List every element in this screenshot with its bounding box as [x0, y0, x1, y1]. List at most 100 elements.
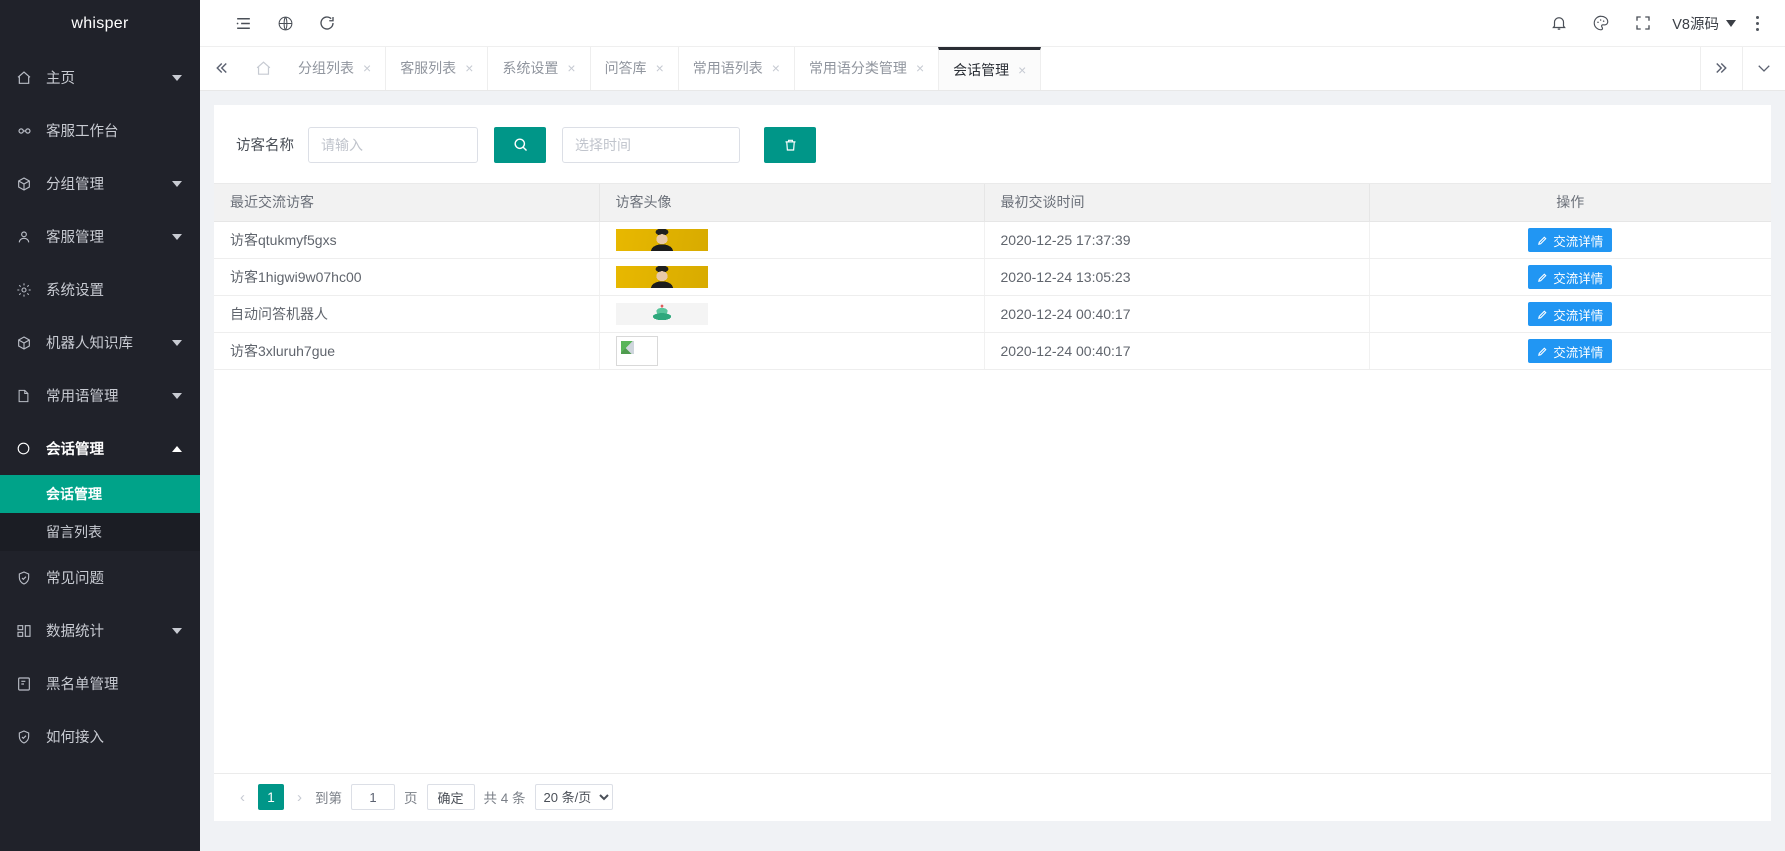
- close-icon[interactable]: ×: [772, 61, 780, 75]
- tab-label: 客服列表: [400, 58, 456, 78]
- chat-detail-label: 交流详情: [1553, 268, 1603, 287]
- tab-system-settings[interactable]: 系统设置 ×: [487, 47, 590, 90]
- cell-time: 2020-12-25 17:37:39: [984, 222, 1369, 259]
- user-menu[interactable]: V8源码: [1664, 13, 1744, 34]
- tab-agent-list[interactable]: 客服列表 ×: [385, 47, 488, 90]
- chat-detail-button[interactable]: 交流详情: [1528, 302, 1612, 326]
- sidebar-item-system-settings[interactable]: 系统设置: [0, 263, 200, 316]
- tab-session-mgmt[interactable]: 会话管理 ×: [938, 47, 1041, 90]
- chevron-down-icon: [172, 181, 182, 187]
- tabs-scroll-right-button[interactable]: [1701, 47, 1743, 90]
- delete-button[interactable]: [764, 127, 816, 163]
- fullscreen-icon[interactable]: [1622, 0, 1664, 47]
- bell-icon[interactable]: [1538, 0, 1580, 47]
- total-count-label: 共 4 条: [484, 787, 526, 807]
- chat-detail-button[interactable]: 交流详情: [1528, 339, 1612, 363]
- main-area: V8源码 分组列表 × 客服列表 ×: [200, 0, 1785, 851]
- box-icon: [16, 335, 38, 351]
- sidebar-item-label: 系统设置: [38, 279, 182, 300]
- pencil-icon: [1537, 272, 1548, 283]
- sidebar-item-how-to-access[interactable]: 如何接入: [0, 710, 200, 763]
- column-header-avatar: 访客头像: [599, 184, 984, 222]
- session-panel: 访客名称: [214, 105, 1771, 821]
- sidebar-item-label: 客服工作台: [38, 120, 182, 141]
- search-input[interactable]: [308, 127, 478, 163]
- sidebar-item-agent-mgmt[interactable]: 客服管理: [0, 210, 200, 263]
- tab-phrase-category-mgmt[interactable]: 常用语分类管理 ×: [794, 47, 939, 90]
- cell-time: 2020-12-24 13:05:23: [984, 259, 1369, 296]
- tab-qa-library[interactable]: 问答库 ×: [590, 47, 679, 90]
- chevron-down-icon: [1726, 20, 1736, 27]
- chat-detail-button[interactable]: 交流详情: [1528, 265, 1612, 289]
- table-row[interactable]: 自动问答机器人 2020-12-24 00:40:17: [214, 296, 1771, 333]
- sidebar-submenu-session: 会话管理 留言列表: [0, 475, 200, 551]
- chevron-down-icon: [172, 340, 182, 346]
- sidebar-item-statistics[interactable]: 数据统计: [0, 604, 200, 657]
- sidebar-item-blacklist[interactable]: 黑名单管理: [0, 657, 200, 710]
- tab-group-list[interactable]: 分组列表 ×: [284, 47, 386, 90]
- sidebar-subitem-message-list[interactable]: 留言列表: [0, 513, 200, 551]
- tab-home-icon[interactable]: [242, 47, 284, 90]
- tab-controls-right: [1700, 47, 1785, 90]
- palette-icon[interactable]: [1580, 0, 1622, 47]
- table-row[interactable]: 访客3xluruh7gue 2020-12-24 00:40:17: [214, 333, 1771, 370]
- sidebar-item-group-mgmt[interactable]: 分组管理: [0, 157, 200, 210]
- shield-check-icon: [16, 729, 38, 745]
- sidebar-subitem-session-mgmt[interactable]: 会话管理: [0, 475, 200, 513]
- close-icon[interactable]: ×: [1018, 63, 1026, 77]
- sidebar-item-home[interactable]: 主页: [0, 51, 200, 104]
- chevron-up-icon: [172, 446, 182, 452]
- circle-icon: [16, 441, 38, 456]
- close-icon[interactable]: ×: [465, 61, 473, 75]
- chevron-down-icon: [172, 393, 182, 399]
- time-picker-input[interactable]: [562, 127, 740, 163]
- goto-label: 到第: [315, 787, 342, 807]
- chevron-right-icon[interactable]: ›: [293, 789, 306, 806]
- sidebar-item-workbench[interactable]: 客服工作台: [0, 104, 200, 157]
- tab-bar: 分组列表 × 客服列表 × 系统设置 × 问答库 × 常用语列表 ×: [200, 47, 1785, 91]
- sidebar-item-label: 会话管理: [38, 438, 172, 459]
- sidebar-item-label: 主页: [38, 67, 172, 88]
- list-collapse-icon[interactable]: [222, 0, 264, 47]
- close-icon[interactable]: ×: [916, 61, 924, 75]
- chevron-left-icon[interactable]: ‹: [236, 789, 249, 806]
- tabs-dropdown-button[interactable]: [1743, 47, 1785, 90]
- close-icon[interactable]: ×: [363, 61, 371, 75]
- globe-icon[interactable]: [264, 0, 306, 47]
- more-vertical-icon[interactable]: [1744, 16, 1771, 31]
- cell-time: 2020-12-24 00:40:17: [984, 296, 1369, 333]
- chat-detail-label: 交流详情: [1553, 305, 1603, 324]
- page-size-select[interactable]: 20 条/页: [535, 784, 613, 810]
- sidebar-item-label: 如何接入: [38, 726, 182, 747]
- page-number-1[interactable]: 1: [258, 784, 284, 810]
- close-icon[interactable]: ×: [567, 61, 575, 75]
- sidebar-item-label: 分组管理: [38, 173, 172, 194]
- cell-avatar: [599, 259, 984, 296]
- refresh-icon[interactable]: [306, 0, 348, 47]
- avatar: [616, 229, 708, 251]
- app-root: whisper 主页 客服工作台 分组管理: [0, 0, 1785, 851]
- confirm-button[interactable]: 确定: [427, 784, 475, 810]
- table-header-row: 最近交流访客 访客头像 最初交谈时间 操作: [214, 184, 1771, 222]
- brand-title: whisper: [0, 0, 200, 47]
- goto-page-input[interactable]: [351, 784, 395, 810]
- broken-image-icon: [616, 336, 658, 366]
- search-button[interactable]: [494, 127, 546, 163]
- user-icon: [16, 229, 38, 245]
- chat-detail-button[interactable]: 交流详情: [1528, 228, 1612, 252]
- sidebar-item-faq[interactable]: 常见问题: [0, 551, 200, 604]
- gear-icon: [16, 282, 38, 298]
- sidebar-nav: 主页 客服工作台 分组管理 客服管理: [0, 47, 200, 763]
- tab-label: 系统设置: [502, 58, 558, 78]
- close-icon[interactable]: ×: [656, 61, 664, 75]
- tab-strip: 分组列表 × 客服列表 × 系统设置 × 问答库 × 常用语列表 ×: [284, 47, 1700, 90]
- tab-phrase-list[interactable]: 常用语列表 ×: [678, 47, 795, 90]
- tabs-scroll-left-button[interactable]: [200, 47, 242, 90]
- search-icon: [512, 136, 529, 153]
- table-row[interactable]: 访客1higwi9w07hc00 2020-12-24 13:05:23: [214, 259, 1771, 296]
- sidebar-item-phrase-mgmt[interactable]: 常用语管理: [0, 369, 200, 422]
- sidebar-item-robot-kb[interactable]: 机器人知识库: [0, 316, 200, 369]
- sidebar-item-session-mgmt[interactable]: 会话管理: [0, 422, 200, 475]
- table-row[interactable]: 访客qtukmyf5gxs 2020-12-25 17:37:39: [214, 222, 1771, 259]
- cell-actions: 交流详情: [1369, 333, 1771, 370]
